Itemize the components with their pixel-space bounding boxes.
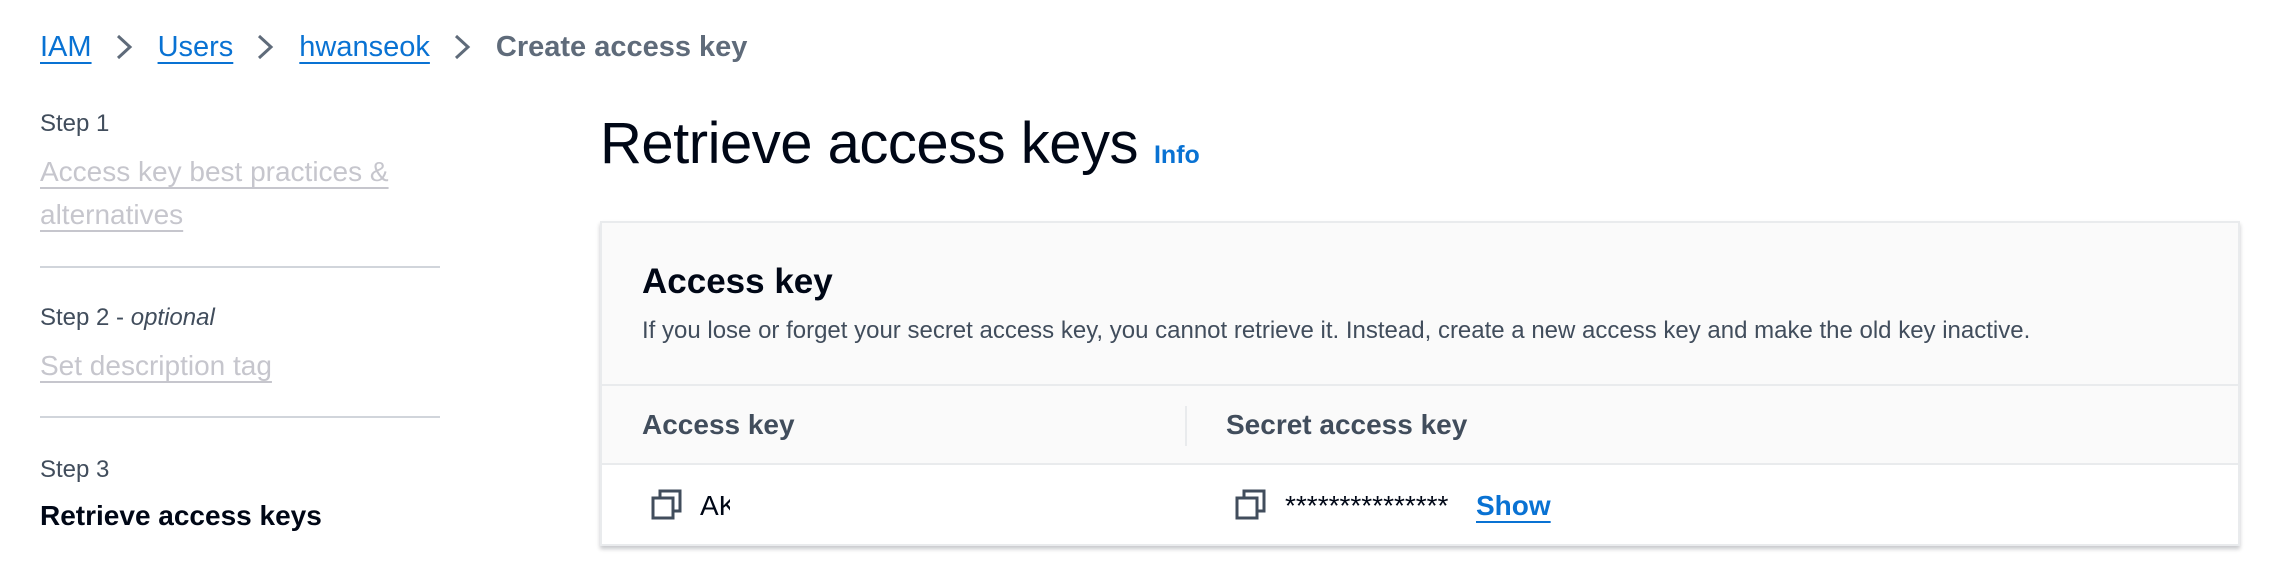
breadcrumb-iam[interactable]: IAM [40, 31, 92, 64]
column-header-access-key: Access key [642, 408, 795, 440]
breadcrumb-user[interactable]: hwanseok [299, 31, 430, 64]
chevron-right-icon [241, 32, 291, 62]
step-1-link[interactable]: Access key best practices & alternatives [40, 150, 440, 236]
step-2-number: Step 2 [40, 304, 110, 331]
breadcrumb-current: Create access key [495, 30, 748, 63]
panel-header: Access key If you lose or forget your se… [602, 223, 2238, 386]
access-key-value: AK [700, 490, 730, 521]
step-2-optional: optional [130, 304, 215, 331]
show-secret-key-link[interactable]: Show [1476, 489, 1551, 523]
wizard-steps: Step 1 Access key best practices & alter… [40, 108, 440, 536]
step-3-title: Step 3 [40, 456, 110, 483]
panel-title: Access key [642, 262, 833, 301]
column-header-secret-key: Secret access key [1226, 408, 1468, 440]
table-header: Access key Secret access key [602, 386, 2238, 465]
step-3: Step 3 Retrieve access keys [40, 418, 440, 536]
breadcrumb: IAM Users hwanseok Create access key [40, 22, 747, 72]
column-divider [1185, 406, 1187, 446]
chevron-right-icon [100, 32, 150, 62]
step-1-title: Step 1 [40, 110, 110, 137]
access-key-panel: Access key If you lose or forget your se… [600, 221, 2240, 546]
breadcrumb-users[interactable]: Users [158, 31, 234, 64]
step-2: Step 2 - optional Set description tag [40, 268, 440, 418]
copy-access-key-button[interactable] [650, 488, 684, 522]
step-2-title: Step 2 - optional [40, 304, 215, 331]
page-title: Retrieve access keys [600, 111, 1138, 176]
panel-description: If you lose or forget your secret access… [642, 317, 2031, 344]
copy-icon [651, 489, 682, 520]
copy-icon [1235, 489, 1266, 520]
copy-secret-key-button[interactable] [1234, 488, 1268, 522]
step-3-current: Retrieve access keys [40, 500, 322, 531]
info-link[interactable]: Info [1154, 141, 1200, 170]
page-header: Retrieve access keys Info [600, 110, 1200, 177]
table-row: AK *************** Show [602, 465, 2238, 544]
step-1: Step 1 Access key best practices & alter… [40, 108, 440, 268]
step-2-link[interactable]: Set description tag [40, 344, 272, 387]
secret-key-value: *************** [1285, 490, 1449, 521]
chevron-right-icon [438, 32, 488, 62]
